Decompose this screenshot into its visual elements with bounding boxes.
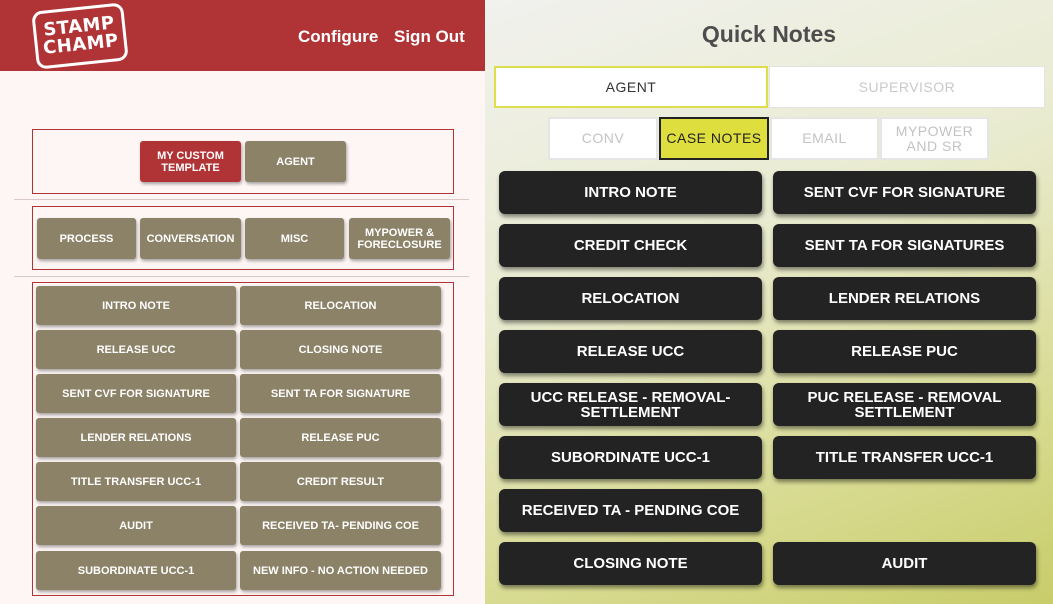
quick-notes-title: Quick Notes bbox=[701, 21, 837, 47]
top-header: STAMP CHAMP Configure Sign Out bbox=[0, 0, 485, 71]
tab-supervisor[interactable]: SUPERVISOR bbox=[769, 66, 1045, 108]
quick-notes-panel: Quick Notes AGENT SUPERVISOR CONV CASE N… bbox=[485, 0, 1053, 604]
note-received-ta-button[interactable]: RECEIVED TA- PENDING COE bbox=[240, 506, 441, 545]
qn-lender-relations-button[interactable]: LENDER RELATIONS bbox=[773, 277, 1036, 320]
tab-case-notes[interactable]: CASE NOTES bbox=[659, 117, 769, 160]
note-audit-button[interactable]: AUDIT bbox=[36, 506, 236, 545]
note-subordinate-ucc-button[interactable]: SUBORDINATE UCC-1 bbox=[36, 551, 236, 590]
agent-template-button[interactable]: AGENT bbox=[245, 141, 346, 182]
qn-sent-ta-button[interactable]: SENT TA FOR SIGNATURES bbox=[773, 224, 1036, 267]
note-credit-result-button[interactable]: CREDIT RESULT bbox=[240, 462, 441, 501]
sign-out-link[interactable]: Sign Out bbox=[394, 27, 465, 47]
tab-conv[interactable]: CONV bbox=[548, 117, 658, 160]
qn-title-transfer-button[interactable]: TITLE TRANSFER UCC-1 bbox=[773, 436, 1036, 479]
category-mypower-foreclosure-button[interactable]: MYPOWER & FORECLOSURE bbox=[349, 218, 450, 259]
left-panel: STAMP CHAMP Configure Sign Out MY CUSTOM… bbox=[0, 0, 485, 604]
qn-ucc-release-settlement-button[interactable]: UCC RELEASE - REMOVAL-SETTLEMENT bbox=[499, 383, 762, 426]
note-closing-note-button[interactable]: CLOSING NOTE bbox=[240, 330, 441, 369]
qn-closing-note-button[interactable]: CLOSING NOTE bbox=[499, 542, 762, 585]
template-selector-box bbox=[32, 129, 454, 194]
note-title-transfer-button[interactable]: TITLE TRANSFER UCC-1 bbox=[36, 462, 236, 501]
category-misc-button[interactable]: MISC bbox=[245, 218, 344, 259]
qn-puc-release-settlement-button[interactable]: PUC RELEASE - REMOVAL SETTLEMENT bbox=[773, 383, 1036, 426]
note-intro-note-button[interactable]: INTRO NOTE bbox=[36, 286, 236, 325]
qn-relocation-button[interactable]: RELOCATION bbox=[499, 277, 762, 320]
qn-sent-cvf-button[interactable]: SENT CVF FOR SIGNATURE bbox=[773, 171, 1036, 214]
qn-intro-note-button[interactable]: INTRO NOTE bbox=[499, 171, 762, 214]
category-conversation-button[interactable]: CONVERSATION bbox=[140, 218, 241, 259]
divider bbox=[14, 199, 469, 200]
qn-release-puc-button[interactable]: RELEASE PUC bbox=[773, 330, 1036, 373]
qn-credit-check-button[interactable]: CREDIT CHECK bbox=[499, 224, 762, 267]
note-release-puc-button[interactable]: RELEASE PUC bbox=[240, 418, 441, 457]
note-relocation-button[interactable]: RELOCATION bbox=[240, 286, 441, 325]
qn-received-ta-button[interactable]: RECEIVED TA - PENDING COE bbox=[499, 489, 762, 532]
note-lender-relations-button[interactable]: LENDER RELATIONS bbox=[36, 418, 236, 457]
qn-release-ucc-button[interactable]: RELEASE UCC bbox=[499, 330, 762, 373]
my-custom-template-button[interactable]: MY CUSTOM TEMPLATE bbox=[140, 141, 241, 182]
note-sent-ta-button[interactable]: SENT TA FOR SIGNATURE bbox=[240, 374, 441, 413]
note-sent-cvf-button[interactable]: SENT CVF FOR SIGNATURE bbox=[36, 374, 236, 413]
tab-mypower-and-sr[interactable]: MYPOWER AND SR bbox=[880, 117, 989, 160]
tab-email[interactable]: EMAIL bbox=[770, 117, 879, 160]
logo-line-2: CHAMP bbox=[42, 30, 120, 59]
tab-agent[interactable]: AGENT bbox=[494, 66, 768, 108]
category-process-button[interactable]: PROCESS bbox=[37, 218, 136, 259]
qn-subordinate-ucc-button[interactable]: SUBORDINATE UCC-1 bbox=[499, 436, 762, 479]
divider bbox=[14, 276, 469, 277]
configure-link[interactable]: Configure bbox=[298, 27, 378, 47]
qn-audit-button[interactable]: AUDIT bbox=[773, 542, 1036, 585]
note-release-ucc-button[interactable]: RELEASE UCC bbox=[36, 330, 236, 369]
stamp-champ-logo[interactable]: STAMP CHAMP bbox=[31, 2, 129, 70]
note-new-info-button[interactable]: NEW INFO - NO ACTION NEEDED bbox=[240, 551, 441, 590]
